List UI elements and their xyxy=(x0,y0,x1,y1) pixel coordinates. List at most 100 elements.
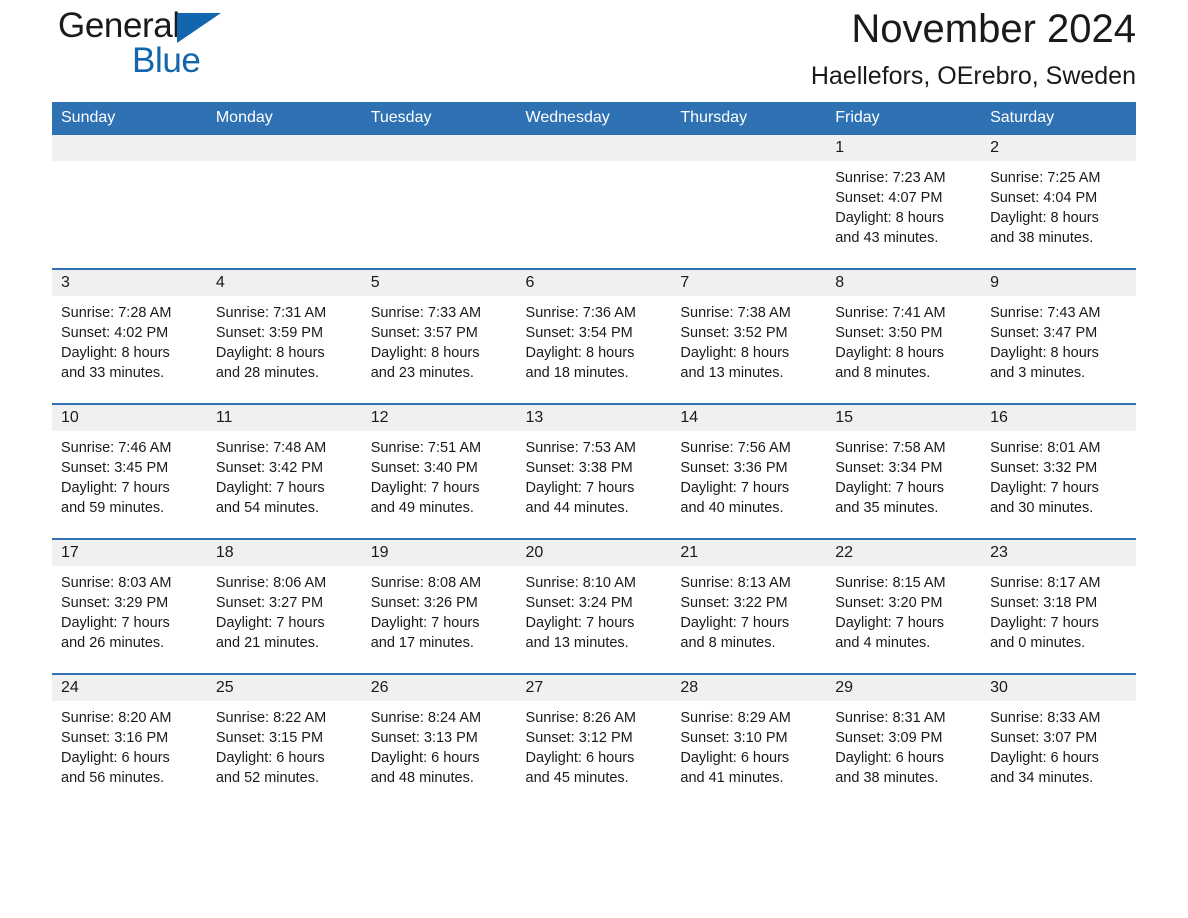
daylight-text-line2: and 54 minutes. xyxy=(215,500,320,516)
day-number: 2 xyxy=(981,135,1136,161)
sunrise-text: Sunrise: 8:13 AM xyxy=(680,575,791,591)
calendar-day-cell[interactable]: 4 Sunrise: 7:31 AM Sunset: 3:59 PM Daylight… xyxy=(206,268,362,404)
calendar-day-cell[interactable]: 26 Sunrise: 8:24 AM Sunset: 3:13 PM Dayligh… xyxy=(361,673,517,808)
day-number: 13 xyxy=(516,405,672,431)
calendar-day-cell[interactable]: 22 Sunrise: 8:15 AM Sunset: 3:20 PM Dayligh… xyxy=(826,538,982,674)
daylight-text-line2: and 30 minutes. xyxy=(990,500,1094,516)
day-number: 6 xyxy=(516,270,672,296)
daylight-text-line2: and 45 minutes. xyxy=(525,770,629,786)
calendar-day-cell[interactable]: 3 Sunrise: 7:28 AM Sunset: 4:02 PM Daylight… xyxy=(52,268,207,404)
day-details: Sunrise: 8:10 AM Sunset: 3:24 PM Daylight:… xyxy=(517,566,672,653)
weekday-header-saturday: Saturday xyxy=(981,102,1136,135)
daylight-text-line2: and 18 minutes. xyxy=(525,365,629,381)
day-number: 23 xyxy=(981,540,1136,566)
sunset-text: Sunset: 3:29 PM xyxy=(61,595,169,611)
sunrise-text: Sunrise: 7:51 AM xyxy=(370,440,482,456)
calendar-day-cell[interactable]: 25 Sunrise: 8:22 AM Sunset: 3:15 PM Dayligh… xyxy=(206,673,362,808)
calendar-day-cell[interactable]: 24 Sunrise: 8:20 AM Sunset: 3:16 PM Dayligh… xyxy=(52,673,207,808)
day-details: Sunrise: 8:33 AM Sunset: 3:07 PM Daylight:… xyxy=(981,701,1136,788)
calendar-day-cell[interactable]: 1 Sunrise: 7:23 AM Sunset: 4:07 PM Daylight… xyxy=(826,135,982,269)
calendar-day-cell[interactable]: 14 Sunrise: 7:56 AM Sunset: 3:36 PM Dayligh… xyxy=(671,403,827,539)
daylight-text-line2: and 0 minutes. xyxy=(990,635,1086,651)
sunrise-text: Sunrise: 7:25 AM xyxy=(990,170,1101,186)
daylight-text-line1: Daylight: 7 hours xyxy=(990,480,1099,496)
sunrise-text: Sunrise: 8:31 AM xyxy=(835,710,946,726)
calendar-day-cell[interactable]: 19 Sunrise: 8:08 AM Sunset: 3:26 PM Dayligh… xyxy=(361,538,517,674)
calendar-body: 1 Sunrise: 7:23 AM Sunset: 4:07 PM Daylight… xyxy=(52,135,1136,808)
day-details xyxy=(52,161,207,168)
sunset-text: Sunset: 3:12 PM xyxy=(525,730,633,746)
calendar-day-cell[interactable]: 11 Sunrise: 7:48 AM Sunset: 3:42 PM Dayligh… xyxy=(206,403,362,539)
sunset-text: Sunset: 3:07 PM xyxy=(990,730,1098,746)
calendar-day-cell[interactable]: 28 Sunrise: 8:29 AM Sunset: 3:10 PM Dayligh… xyxy=(671,673,827,808)
sunrise-text: Sunrise: 7:23 AM xyxy=(835,170,946,186)
calendar-day-cell[interactable]: 20 Sunrise: 8:10 AM Sunset: 3:24 PM Dayligh… xyxy=(516,538,672,674)
day-number: 18 xyxy=(206,540,362,566)
calendar-day-cell[interactable]: 30 Sunrise: 8:33 AM Sunset: 3:07 PM Dayligh… xyxy=(981,673,1136,808)
day-details: Sunrise: 7:53 AM Sunset: 3:38 PM Daylight:… xyxy=(517,431,672,518)
day-details: Sunrise: 8:29 AM Sunset: 3:10 PM Daylight:… xyxy=(671,701,826,788)
sunrise-text: Sunrise: 7:36 AM xyxy=(525,305,636,321)
day-number: 22 xyxy=(826,540,982,566)
day-details: Sunrise: 8:06 AM Sunset: 3:27 PM Daylight:… xyxy=(207,566,362,653)
daylight-text-line1: Daylight: 7 hours xyxy=(370,480,480,496)
day-details: Sunrise: 7:33 AM Sunset: 3:57 PM Daylight:… xyxy=(362,296,517,383)
daylight-text-line2: and 26 minutes. xyxy=(61,635,165,651)
sunset-text: Sunset: 3:52 PM xyxy=(680,325,788,341)
day-number: 1 xyxy=(826,135,982,161)
calendar-day-cell[interactable]: 21 Sunrise: 8:13 AM Sunset: 3:22 PM Dayligh… xyxy=(671,538,827,674)
daylight-text-line2: and 48 minutes. xyxy=(370,770,474,786)
daylight-text-line1: Daylight: 7 hours xyxy=(215,615,325,631)
sunset-text: Sunset: 3:15 PM xyxy=(215,730,324,746)
daylight-text-line1: Daylight: 7 hours xyxy=(61,480,170,496)
sunrise-text: Sunrise: 8:03 AM xyxy=(61,575,172,591)
calendar-day-cell[interactable]: 17 Sunrise: 8:03 AM Sunset: 3:29 PM Dayligh… xyxy=(52,538,207,674)
calendar-day-cell[interactable]: 29 Sunrise: 8:31 AM Sunset: 3:09 PM Dayligh… xyxy=(826,673,982,808)
general-blue-logo[interactable]: General Blue xyxy=(58,8,288,84)
day-details: Sunrise: 7:51 AM Sunset: 3:40 PM Daylight:… xyxy=(362,431,517,518)
daylight-text-line1: Daylight: 8 hours xyxy=(990,345,1099,361)
day-details: Sunrise: 8:01 AM Sunset: 3:32 PM Daylight:… xyxy=(981,431,1136,518)
sunrise-text: Sunrise: 7:48 AM xyxy=(215,440,327,456)
daylight-text-line1: Daylight: 7 hours xyxy=(680,615,790,631)
calendar-day-cell[interactable]: 6 Sunrise: 7:36 AM Sunset: 3:54 PM Daylight… xyxy=(516,268,672,404)
calendar-day-cell[interactable]: 8 Sunrise: 7:41 AM Sunset: 3:50 PM Daylight… xyxy=(826,268,982,404)
calendar-header-row: Sunday Monday Tuesday Wednesday Thursday… xyxy=(52,102,1136,135)
day-number: 14 xyxy=(671,405,827,431)
calendar-day-cell[interactable]: 23 Sunrise: 8:17 AM Sunset: 3:18 PM Dayligh… xyxy=(981,538,1136,674)
day-number: 15 xyxy=(826,405,982,431)
calendar-week-row: 24 Sunrise: 8:20 AM Sunset: 3:16 PM Dayligh… xyxy=(52,673,1136,808)
day-details: Sunrise: 8:13 AM Sunset: 3:22 PM Daylight:… xyxy=(671,566,826,653)
sunrise-text: Sunrise: 7:43 AM xyxy=(990,305,1101,321)
daylight-text-line2: and 49 minutes. xyxy=(370,500,474,516)
calendar-day-cell[interactable]: 18 Sunrise: 8:06 AM Sunset: 3:27 PM Dayligh… xyxy=(206,538,362,674)
sunrise-text: Sunrise: 8:24 AM xyxy=(370,710,482,726)
day-number: 3 xyxy=(52,270,207,296)
calendar-day-cell[interactable]: 12 Sunrise: 7:51 AM Sunset: 3:40 PM Dayligh… xyxy=(361,403,517,539)
daylight-text-line1: Daylight: 6 hours xyxy=(835,750,945,766)
calendar-day-cell[interactable]: 9 Sunrise: 7:43 AM Sunset: 3:47 PM Daylight… xyxy=(981,268,1136,404)
daylight-text-line1: Daylight: 7 hours xyxy=(835,615,945,631)
sunset-text: Sunset: 3:10 PM xyxy=(680,730,788,746)
day-details: Sunrise: 7:41 AM Sunset: 3:50 PM Daylight:… xyxy=(826,296,981,383)
daylight-text-line2: and 3 minutes. xyxy=(990,365,1086,381)
daylight-text-line2: and 35 minutes. xyxy=(835,500,939,516)
sunset-text: Sunset: 3:57 PM xyxy=(370,325,478,341)
calendar-day-cell[interactable]: 5 Sunrise: 7:33 AM Sunset: 3:57 PM Daylight… xyxy=(361,268,517,404)
calendar-day-cell[interactable]: 15 Sunrise: 7:58 AM Sunset: 3:34 PM Dayligh… xyxy=(826,403,982,539)
day-details: Sunrise: 7:28 AM Sunset: 4:02 PM Daylight:… xyxy=(52,296,207,383)
calendar-day-cell[interactable]: 13 Sunrise: 7:53 AM Sunset: 3:38 PM Dayligh… xyxy=(516,403,672,539)
daylight-text-line2: and 38 minutes. xyxy=(990,230,1094,246)
calendar-page: General Blue November 2024 Haellefors, O… xyxy=(0,0,1188,918)
calendar-day-cell[interactable]: 16 Sunrise: 8:01 AM Sunset: 3:32 PM Dayligh… xyxy=(981,403,1136,539)
sunset-text: Sunset: 3:59 PM xyxy=(215,325,324,341)
day-number: 7 xyxy=(671,270,827,296)
calendar-day-cell[interactable]: 7 Sunrise: 7:38 AM Sunset: 3:52 PM Daylight… xyxy=(671,268,827,404)
calendar-day-cell[interactable]: 27 Sunrise: 8:26 AM Sunset: 3:12 PM Dayligh… xyxy=(516,673,672,808)
weekday-header-wednesday: Wednesday xyxy=(516,102,672,135)
daylight-text-line2: and 17 minutes. xyxy=(370,635,474,651)
day-number: 16 xyxy=(981,405,1136,431)
calendar-day-cell[interactable]: 10 Sunrise: 7:46 AM Sunset: 3:45 PM Dayligh… xyxy=(52,403,207,539)
sunset-text: Sunset: 3:47 PM xyxy=(990,325,1098,341)
calendar-day-cell[interactable]: 2 Sunrise: 7:25 AM Sunset: 4:04 PM Daylight… xyxy=(981,135,1136,269)
